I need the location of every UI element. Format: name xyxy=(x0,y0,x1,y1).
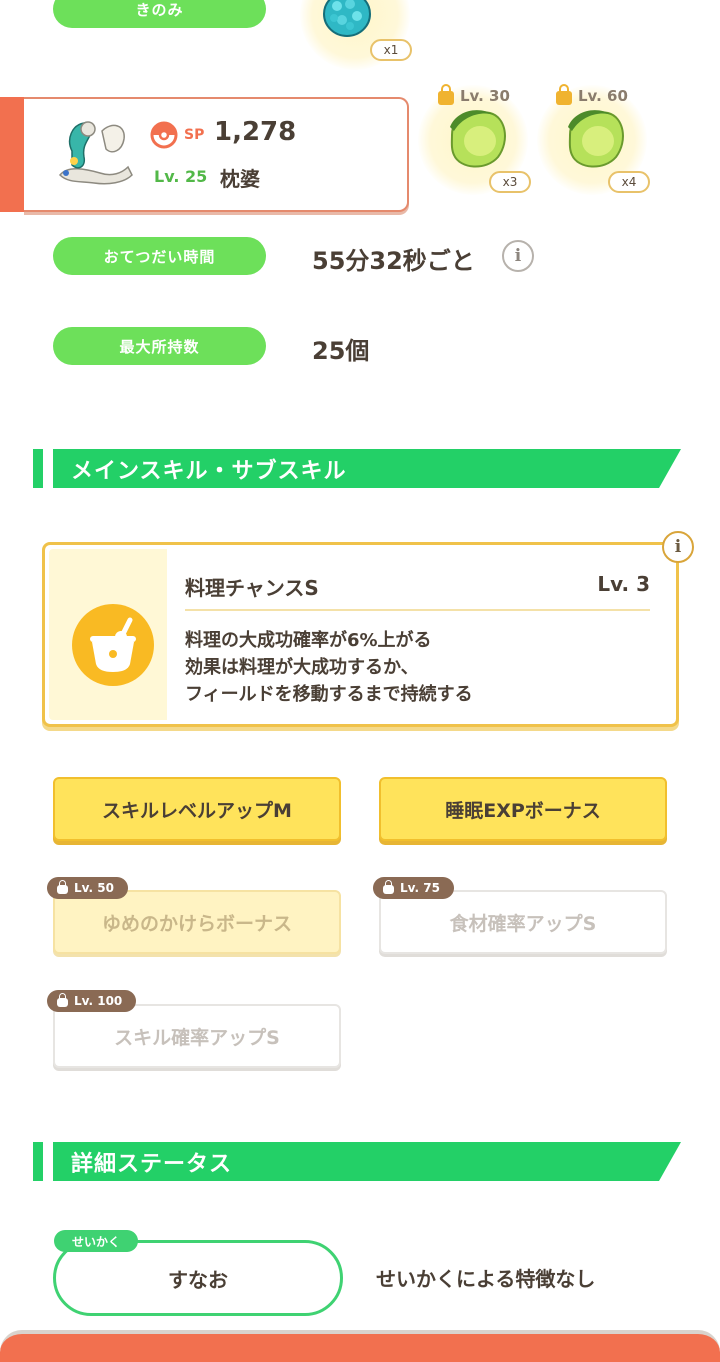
main-skill-icon-area xyxy=(49,549,167,720)
ingredient-count-badge: x4 xyxy=(608,171,650,193)
sub-skill-label: 食材確率アップS xyxy=(449,912,597,935)
lock-level-text: Lv. 100 xyxy=(74,994,123,1008)
detail-section-header: 詳細ステータス xyxy=(33,1142,683,1181)
nature-tag-label: せいかく xyxy=(72,1234,121,1249)
berry-icon xyxy=(323,0,371,37)
nature-value: すなお xyxy=(168,1267,228,1292)
sub-skill-button-locked[interactable]: 食材確率アップS xyxy=(379,890,667,954)
section-bar xyxy=(33,1142,43,1181)
desc-line: 効果は料理が大成功するか、 xyxy=(185,657,419,678)
main-skill-level: Lv. 3 xyxy=(597,572,650,596)
nature-tag: せいかく xyxy=(54,1230,139,1252)
help-time-value: 55分32秒ごと xyxy=(312,247,475,275)
section-bar xyxy=(33,449,43,488)
pokemon-name: 枕婆 xyxy=(220,167,260,191)
detail-section-title: 詳細ステータス xyxy=(71,1151,233,1177)
ingredient-lock-level: Lv. 60 xyxy=(556,84,628,105)
lock-level-text: Lv. 50 xyxy=(74,881,114,895)
help-time-label-pill: おてつだい時間 xyxy=(53,237,266,275)
max-carry-label-pill: 最大所持数 xyxy=(53,327,266,365)
info-icon-glyph: i xyxy=(674,537,682,557)
help-time-label: おてつだい時間 xyxy=(103,247,216,266)
nature-description: せいかくによる特徴なし xyxy=(376,1267,596,1291)
divider xyxy=(185,609,650,611)
skills-section-header: メインスキル・サブスキル xyxy=(33,449,683,488)
lock-icon xyxy=(57,993,68,1007)
lock-level-tag: Lv. 50 xyxy=(47,877,128,899)
max-carry-value: 25個 xyxy=(312,337,370,365)
pokemon-detail-screen: きのみ x1 Lv. 30 x3 Lv. 60 x4 SP 1,278 Lv. … xyxy=(0,0,720,1362)
sub-skill-label: スキルレベルアップM xyxy=(102,799,292,822)
info-icon-glyph: i xyxy=(514,246,522,266)
ingredient-count: x3 xyxy=(502,175,518,189)
lock-level-text: Lv. 75 xyxy=(400,881,440,895)
berry-label: きのみ xyxy=(135,0,184,19)
pokemon-sprite xyxy=(58,121,133,185)
pokemon-card[interactable]: SP 1,278 Lv. 25 枕婆 xyxy=(24,97,409,212)
ingredient-lock-level: Lv. 30 xyxy=(438,84,510,105)
lock-icon xyxy=(57,880,68,894)
sub-skill-label: 睡眠EXPボーナス xyxy=(445,799,601,822)
lock-level-tag: Lv. 100 xyxy=(47,990,137,1012)
berry-label-pill: きのみ xyxy=(53,0,266,28)
ingredient-icon-avocado xyxy=(568,110,624,168)
sp-label: SP xyxy=(184,127,205,143)
pokeball-icon xyxy=(150,121,178,149)
sub-skill-button-locked[interactable]: ゆめのかけらボーナス xyxy=(53,890,341,954)
bottom-action-button[interactable] xyxy=(0,1330,720,1362)
desc-line: フィールドを移動するまで持続する xyxy=(185,684,473,705)
info-icon[interactable]: i xyxy=(502,240,534,272)
lock-level-tag: Lv. 75 xyxy=(373,877,454,899)
sub-skill-label: スキル確率アップS xyxy=(114,1026,280,1049)
ingredient-lock-text: Lv. 30 xyxy=(460,87,510,105)
lock-icon xyxy=(556,84,572,105)
cooking-pot-icon xyxy=(72,604,154,686)
lock-icon xyxy=(438,84,454,105)
ingredient-count-badge: x3 xyxy=(489,171,531,193)
sub-skill-label: ゆめのかけらボーナス xyxy=(101,912,292,935)
main-skill-name: 料理チャンスS xyxy=(185,576,319,600)
ingredient-icon-avocado xyxy=(450,110,506,168)
pokemon-level: Lv. 25 xyxy=(154,167,208,186)
lock-icon xyxy=(383,880,394,894)
skills-section-title: メインスキル・サブスキル xyxy=(71,458,347,484)
desc-line: 料理の大成功確率が6%上がる xyxy=(185,630,432,651)
ingredient-count: x4 xyxy=(621,175,637,189)
sub-skill-button[interactable]: スキルレベルアップM xyxy=(53,777,341,841)
berry-count-badge: x1 xyxy=(370,39,412,61)
berry-count: x1 xyxy=(383,43,399,57)
sp-value: 1,278 xyxy=(214,117,297,147)
main-skill-description: 料理の大成功確率が6%上がる 効果は料理が大成功するか、 フィールドを移動するま… xyxy=(185,627,473,708)
sub-skill-button[interactable]: 睡眠EXPボーナス xyxy=(379,777,667,841)
main-skill-card[interactable]: 料理チャンスS Lv. 3 料理の大成功確率が6%上がる 効果は料理が大成功する… xyxy=(42,531,694,727)
pokemon-card-accent xyxy=(0,97,26,212)
ingredient-lock-text: Lv. 60 xyxy=(578,87,628,105)
sub-skill-button-locked[interactable]: スキル確率アップS xyxy=(53,1004,341,1068)
max-carry-label: 最大所持数 xyxy=(119,337,200,356)
skill-info-icon[interactable]: i xyxy=(662,531,694,563)
